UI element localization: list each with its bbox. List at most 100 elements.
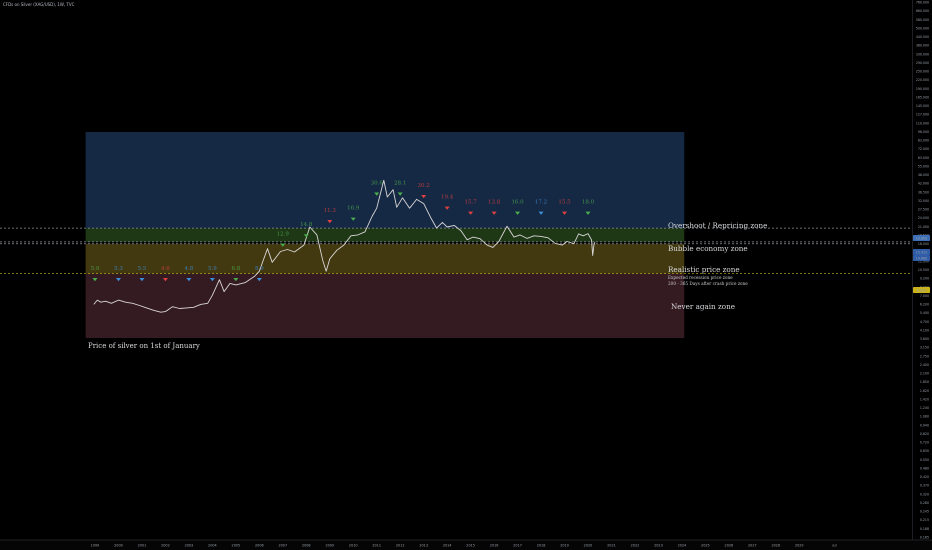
x-tick-label: 2007: [278, 544, 287, 548]
x-tick-label: 2009: [325, 544, 334, 548]
marker-label: 30.2: [418, 183, 430, 189]
y-tick-label: 500.000: [916, 26, 929, 30]
marker-label: 4.8: [185, 266, 194, 272]
y-tick-label: 10.500: [918, 268, 929, 272]
time-scale[interactable]: 1999 2000 2001 2002 2003 2004 2005 2006 2007 2008…: [0, 539, 932, 550]
realistic-zone-sub2: 200 - 365 Days after crash price zone: [668, 281, 748, 286]
y-tick-label: 72.000: [918, 147, 929, 151]
x-tick-label: 2018: [537, 544, 546, 548]
price-scale[interactable]: 760.000 660.000 580.000 500.000 440.000 380.0…: [916, 1, 929, 540]
x-tick-label: 2013: [419, 544, 428, 548]
x-tick-label: 2016: [490, 544, 499, 548]
y-tick-label: 165.000: [916, 95, 929, 99]
y-tick-label: 5.400: [920, 311, 929, 315]
x-tick-label: 2023: [654, 544, 663, 548]
y-tick-label: 145.000: [916, 104, 929, 108]
price-tag-label: 8.600: [917, 288, 926, 292]
x-tick-label: 2006: [255, 544, 264, 548]
y-tick-label: 3.600: [920, 337, 929, 341]
y-tick-label: 9.200: [920, 277, 929, 281]
y-tick-label: 380.000: [916, 44, 929, 48]
x-tick-label: 2017: [513, 544, 522, 548]
y-tick-label: 1.420: [920, 397, 929, 401]
x-tick-label: 2024: [678, 544, 687, 548]
marker-label: 17.2: [535, 200, 547, 206]
y-tick-label: 440.000: [916, 35, 929, 39]
y-tick-label: 83.000: [918, 139, 929, 143]
x-tick-label: 2026: [725, 544, 734, 548]
y-tick-label: 290.000: [916, 61, 929, 65]
y-tick-label: 110.000: [916, 121, 929, 125]
y-tick-label: 48.000: [918, 173, 929, 177]
x-tick-label: 2021: [607, 544, 616, 548]
x-tick-label: 2029: [795, 544, 804, 548]
marker-label: 15.5: [558, 200, 571, 206]
y-tick-label: 1.240: [920, 406, 929, 410]
y-tick-label: 1.850: [920, 380, 929, 384]
y-tick-label: 0.940: [920, 423, 929, 427]
y-tick-label: 127.000: [916, 113, 929, 117]
marker-label: 28.1: [394, 180, 406, 186]
y-tick-label: 220.000: [916, 78, 929, 82]
bottom-note: Price of silver on 1st of January: [88, 342, 200, 350]
marker-label: 5.5: [138, 266, 147, 272]
bubble-zone-label: Bubble economy zone: [668, 244, 748, 253]
x-tick-label: 2000: [114, 544, 123, 548]
marker-label: 30.6: [371, 180, 384, 186]
y-tick-label: 32.000: [918, 199, 929, 203]
x-tick-label: Jul: [831, 544, 836, 548]
y-tick-label: 0.320: [920, 492, 929, 496]
price-tag-label: 14.880: [916, 256, 928, 260]
y-tick-label: 6.200: [920, 303, 929, 307]
x-tick-label: 2011: [372, 544, 381, 548]
x-tick-label: 2019: [560, 544, 569, 548]
y-tick-label: 16.000: [918, 242, 929, 246]
y-tick-label: 2.100: [920, 372, 929, 376]
y-tick-label: 21.000: [918, 225, 929, 229]
x-tick-label: 2015: [466, 544, 475, 548]
x-tick-label: 2003: [185, 544, 194, 548]
marker-label: 16.9: [347, 206, 360, 212]
y-tick-label: 0.820: [920, 432, 929, 436]
marker-label: 16.0: [511, 200, 524, 206]
zone-band-3: [85, 273, 685, 338]
x-tick-label: 2008: [302, 544, 311, 548]
marker-label: 4.6: [161, 266, 170, 272]
y-tick-label: 7.000: [920, 294, 929, 298]
zone-band-2: [85, 243, 685, 274]
y-tick-label: 0.245: [920, 510, 929, 514]
marker-label: 18.0: [582, 200, 595, 206]
y-tick-label: 660.000: [916, 9, 929, 13]
silver-price-chart[interactable]: 5.9 5.3 5.5 4.6 4.8 5.9 6.8 8.9 12.9 14.8 11.3 16.9…: [0, 0, 932, 550]
y-tick-label: 330.000: [916, 52, 929, 56]
y-tick-label: 760.000: [916, 1, 929, 5]
y-tick-label: 3.150: [920, 346, 929, 350]
marker-label: 19.4: [441, 195, 454, 201]
x-tick-label: 2012: [396, 544, 405, 548]
y-tick-label: 2.400: [920, 363, 929, 367]
y-tick-label: 96.000: [918, 130, 929, 134]
marker-label: 5.9: [208, 266, 217, 272]
marker-label: 13.8: [488, 200, 501, 206]
x-tick-label: 1999: [91, 544, 100, 548]
y-tick-label: 0.280: [920, 501, 929, 505]
y-tick-label: 0.480: [920, 466, 929, 470]
y-tick-label: 0.630: [920, 449, 929, 453]
x-tick-label: 2028: [771, 544, 780, 548]
y-tick-label: 1.620: [920, 389, 929, 393]
x-tick-label: 2001: [138, 544, 147, 548]
y-tick-label: 2.750: [920, 354, 929, 358]
x-tick-label: 2014: [443, 544, 452, 548]
marker-label: 14.8: [300, 222, 313, 228]
y-tick-label: 63.000: [918, 156, 929, 160]
marker-label: 5.9: [91, 266, 100, 272]
never-again-zone-label: Never again zone: [671, 302, 735, 311]
marker-label: 12.9: [277, 231, 290, 237]
y-tick-label: 36.500: [918, 190, 929, 194]
y-tick-label: 4.700: [920, 320, 929, 324]
y-tick-label: 580.000: [916, 18, 929, 22]
y-tick-label: 0.165: [920, 536, 929, 540]
price-scale-divider: [912, 0, 913, 540]
zone-band-1: [85, 228, 685, 242]
x-tick-label: 2002: [161, 544, 170, 548]
